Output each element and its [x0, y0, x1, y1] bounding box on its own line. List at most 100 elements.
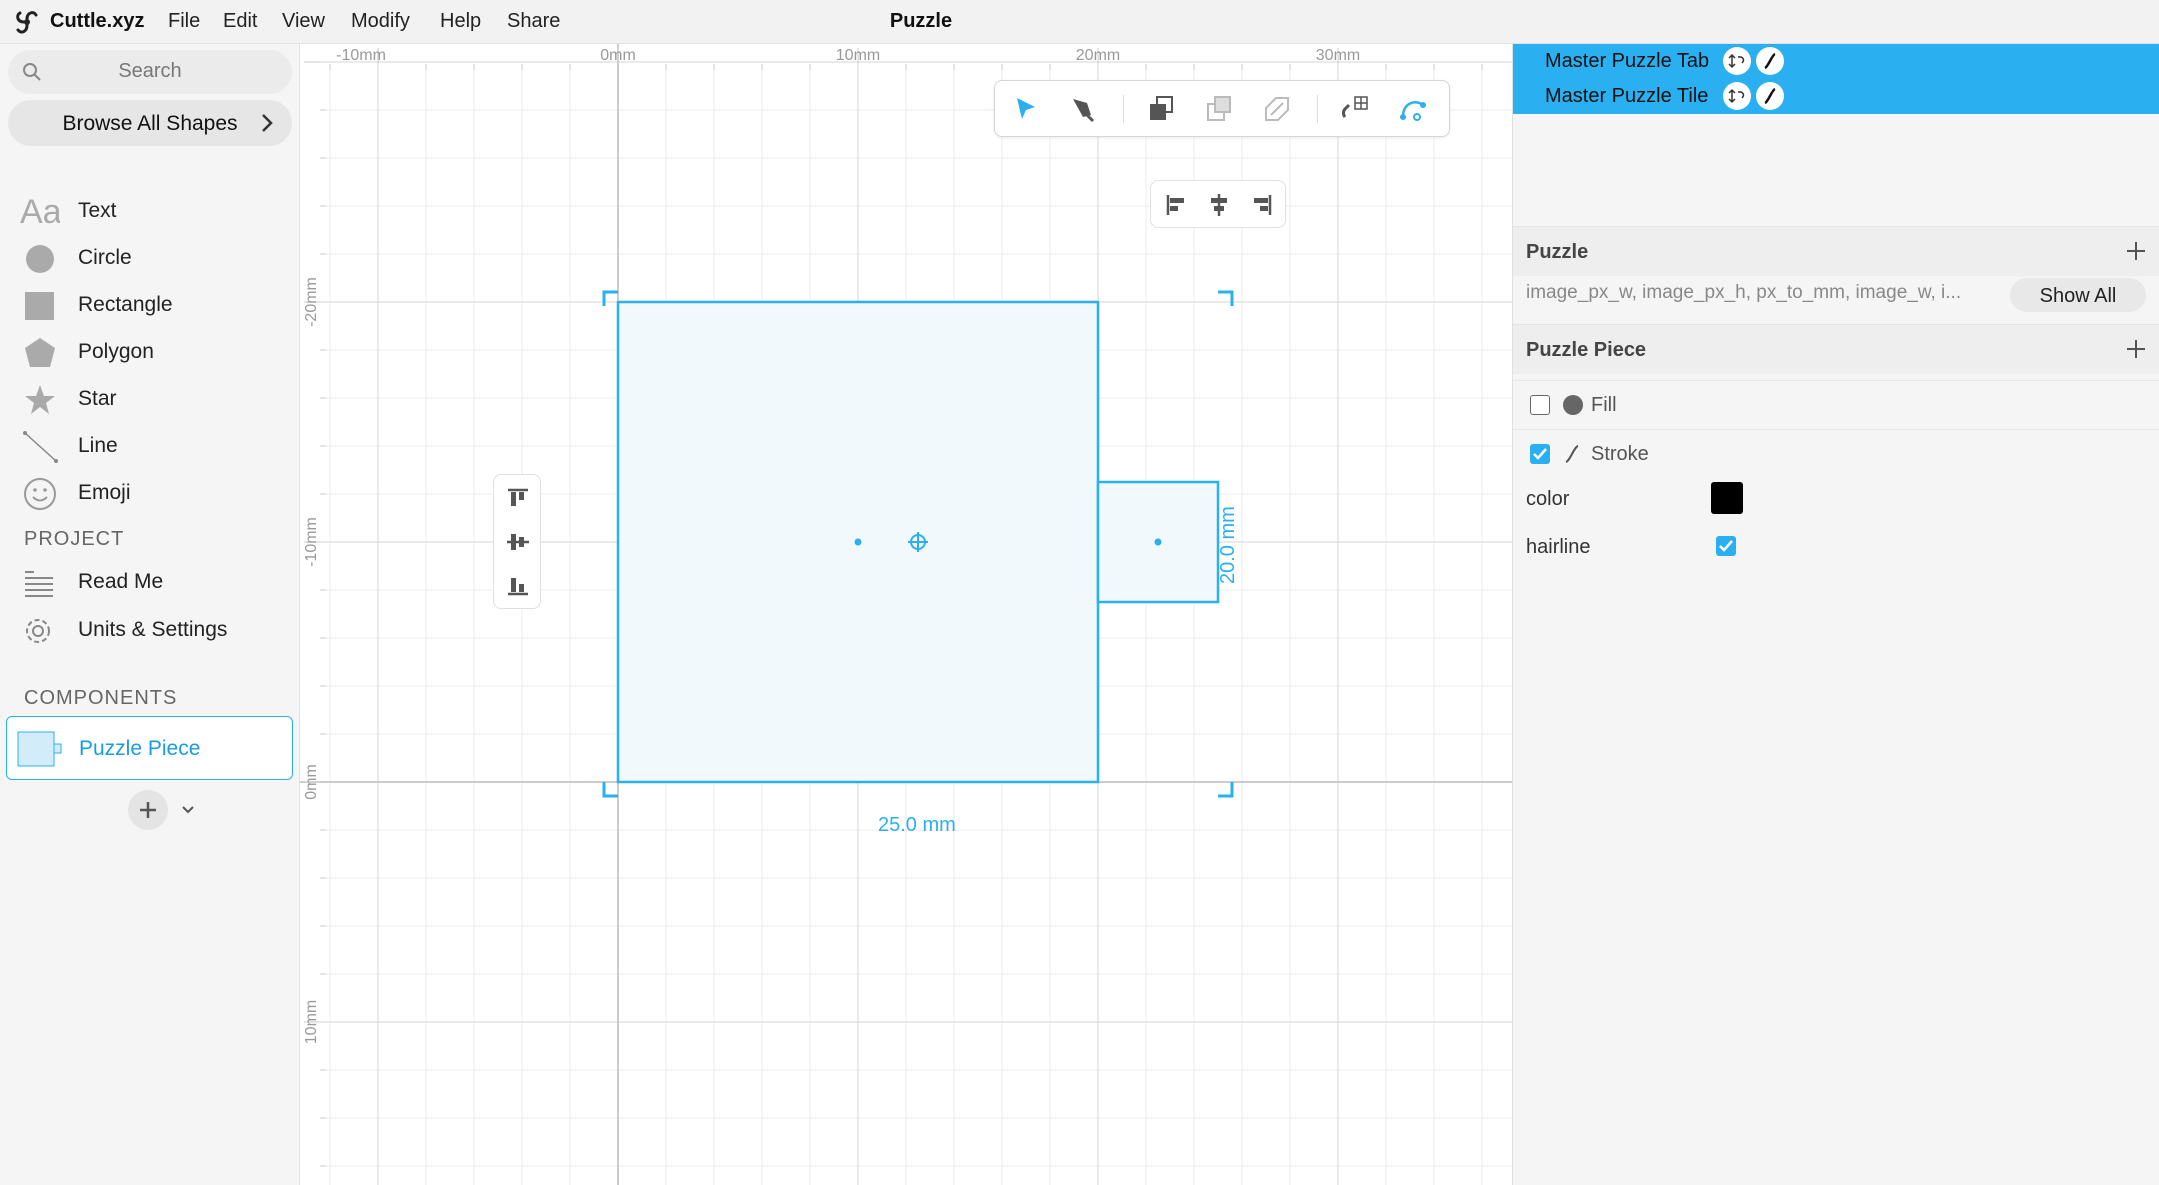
browse-all-shapes-button[interactable]: Browse All Shapes — [8, 100, 292, 146]
shape-emoji[interactable]: Emoji — [0, 471, 300, 515]
vertical-align-bar — [493, 474, 541, 609]
align-middle-icon[interactable] — [503, 527, 533, 557]
shape-label: Circle — [78, 246, 132, 269]
stroke-badge-icon[interactable] — [1756, 82, 1784, 110]
component-thumbnail — [17, 731, 62, 767]
transform-badge-icon[interactable] — [1723, 82, 1751, 110]
show-all-button[interactable]: Show All — [2010, 278, 2146, 312]
chevron-right-icon — [262, 114, 273, 132]
canvas-grid: -10mm 0mm 10mm 20mm 30mm -20mm -10mm 0mm… — [300, 44, 1512, 1185]
layer-order-icon[interactable] — [1259, 91, 1295, 127]
horizontal-align-bar — [1150, 180, 1286, 228]
align-left-icon[interactable] — [1163, 190, 1193, 220]
stroke-checkbox[interactable] — [1530, 444, 1550, 464]
shape-circle[interactable]: Circle — [0, 236, 300, 280]
toolbar-divider — [1317, 95, 1318, 123]
checkmark-icon — [1533, 448, 1547, 460]
add-component-button[interactable] — [128, 790, 168, 830]
project-read-me[interactable]: Read Me — [0, 560, 300, 604]
send-back-icon[interactable] — [1201, 91, 1237, 127]
bring-front-icon[interactable] — [1143, 91, 1179, 127]
align-right-icon[interactable] — [1245, 190, 1275, 220]
puzzle-heading: Puzzle — [1526, 241, 1589, 263]
show-all-label: Show All — [2039, 285, 2117, 307]
document-title[interactable]: Puzzle — [0, 10, 1842, 33]
project-item-label: Read Me — [78, 570, 164, 593]
right-panel: Master Puzzle Tab Master Puzzle Tile Puz… — [1512, 44, 2159, 1185]
align-center-icon[interactable] — [1204, 190, 1234, 220]
project-units-settings[interactable]: Units & Settings — [0, 608, 300, 652]
canvas-toolbar — [994, 80, 1450, 137]
ruler-y-label: 0mm — [303, 764, 320, 800]
puzzle-parameters-list[interactable]: image_px_w, image_px_h, px_to_mm, image_… — [1526, 282, 2006, 304]
component-label: Puzzle Piece — [79, 737, 201, 760]
layer-master-puzzle-tile[interactable]: Master Puzzle Tile — [1513, 79, 2159, 114]
edit-path-icon[interactable] — [1395, 91, 1431, 127]
components-heading: COMPONENTS — [24, 687, 178, 709]
shape-polygon[interactable]: Polygon — [0, 330, 300, 374]
puzzle-piece-heading: Puzzle Piece — [1526, 339, 1647, 361]
align-top-icon[interactable] — [503, 485, 533, 515]
puzzle-section-header: Puzzle — [1513, 226, 2159, 276]
search-placeholder: Search — [118, 60, 182, 82]
ruler-y-label: -10mm — [303, 517, 320, 567]
shape-star[interactable]: Star — [0, 377, 300, 421]
fill-dot-icon — [1563, 395, 1583, 415]
ruler-x-label: 10mm — [836, 47, 880, 64]
star-icon — [25, 385, 55, 414]
line-icon — [23, 431, 58, 463]
search-input[interactable]: Search — [8, 50, 292, 94]
component-puzzle-piece[interactable]: Puzzle Piece — [6, 716, 293, 780]
align-bottom-icon[interactable] — [503, 569, 533, 599]
fill-label: Fill — [1591, 394, 1617, 416]
shape-line[interactable]: Line — [0, 424, 300, 468]
select-arrow-icon[interactable] — [1007, 91, 1043, 127]
snap-grid-icon[interactable] — [1337, 91, 1373, 127]
puzzle-piece-section-header: Puzzle Piece — [1513, 324, 2159, 374]
shape-label: Rectangle — [78, 293, 173, 316]
stroke-row: Stroke — [1513, 429, 2159, 477]
ruler-x-label: 0mm — [600, 47, 636, 64]
design-canvas[interactable]: -10mm 0mm 10mm 20mm 30mm -20mm -10mm 0mm… — [300, 44, 1512, 1185]
ruler-y-label: -20mm — [303, 277, 320, 327]
width-dimension-label[interactable]: 25.0 mm — [878, 814, 956, 837]
checkmark-icon — [1719, 540, 1733, 552]
shape-label: Emoji — [78, 481, 131, 504]
color-swatch[interactable] — [1711, 482, 1743, 514]
ruler-x-label: 20mm — [1076, 47, 1120, 64]
shape-rectangle[interactable]: Rectangle — [0, 283, 300, 327]
circle-icon — [26, 245, 54, 273]
height-dimension-label[interactable]: 20.0 mm — [1217, 506, 1240, 584]
tab-center-point[interactable] — [1154, 538, 1162, 546]
stroke-label: Stroke — [1591, 443, 1649, 465]
hairline-label: hairline — [1526, 536, 1591, 558]
layer-label: Master Puzzle Tab — [1545, 50, 1710, 72]
menu-bar: Cuttle.xyz File Edit View Modify Help Sh… — [0, 0, 2159, 44]
color-label: color — [1526, 488, 1570, 510]
shape-label: Star — [78, 387, 117, 410]
ruler-y-label: 10mm — [303, 1000, 320, 1044]
hairline-row: hairline — [1513, 524, 2159, 572]
layer-label: Master Puzzle Tile — [1545, 85, 1709, 107]
hairline-checkbox[interactable] — [1716, 536, 1736, 556]
pen-icon[interactable] — [1065, 91, 1101, 127]
transform-badge-icon[interactable] — [1723, 47, 1751, 75]
shape-text[interactable]: Aa Text — [0, 189, 300, 233]
browse-label: Browse All Shapes — [62, 112, 238, 135]
color-row: color — [1513, 476, 2159, 524]
emoji-icon — [24, 478, 56, 510]
fill-checkbox[interactable] — [1530, 395, 1550, 415]
project-item-label: Units & Settings — [78, 618, 228, 641]
svg-text:Aa: Aa — [20, 195, 60, 229]
rectangle-icon — [25, 292, 54, 320]
shape-label: Polygon — [78, 340, 154, 363]
chevron-down-icon[interactable] — [180, 802, 196, 818]
shape-label: Text — [78, 199, 117, 222]
text-icon: Aa — [20, 195, 60, 229]
layer-master-puzzle-tab[interactable]: Master Puzzle Tab — [1513, 44, 2159, 79]
stroke-badge-icon[interactable] — [1756, 47, 1784, 75]
add-modifier-icon[interactable] — [2124, 337, 2148, 361]
shape-label: Line — [78, 434, 118, 457]
tile-center-point[interactable] — [854, 538, 862, 546]
add-parameter-icon[interactable] — [2124, 239, 2148, 263]
